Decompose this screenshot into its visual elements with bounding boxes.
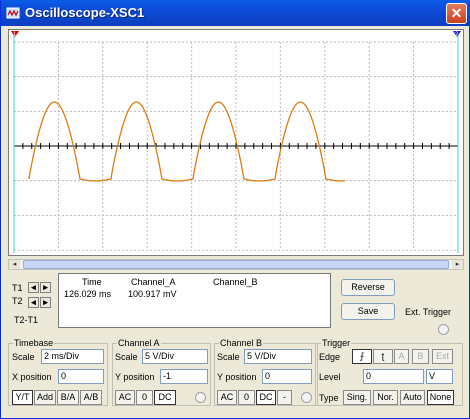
- mode-yt-button[interactable]: Y/T: [12, 390, 33, 405]
- close-button[interactable]: ✕: [446, 3, 467, 24]
- trigger-normal-button[interactable]: Nor.: [373, 390, 398, 405]
- channel-b-scale-label: Scale: [217, 352, 240, 362]
- trigger-level-field[interactable]: 0: [363, 369, 424, 384]
- x-position-label: X position: [12, 372, 52, 382]
- channel-a-y-position-label: Y position: [115, 372, 155, 382]
- t2-label: T2: [12, 296, 23, 306]
- trigger-type-label: Type: [319, 393, 339, 403]
- channel-b-dc-button[interactable]: DC: [256, 390, 276, 405]
- timebase-title: Timebase: [13, 338, 55, 348]
- ext-trigger-connector[interactable]: [438, 324, 449, 335]
- window-title: Oscilloscope-XSC1: [25, 5, 145, 20]
- channel-b-y-position-label: Y position: [217, 372, 257, 382]
- trigger-none-button[interactable]: None: [427, 390, 454, 405]
- trigger-source-ext-button[interactable]: Ext: [432, 349, 453, 364]
- measurement-readout: Time Channel_A Channel_B 126.029 ms 100.…: [58, 273, 331, 328]
- t2-right-arrow-icon[interactable]: ▸: [40, 297, 51, 308]
- oscilloscope-icon: [6, 7, 20, 19]
- rising-edge-button[interactable]: ⨍: [352, 349, 372, 364]
- channel-a-title: Channel A: [117, 338, 161, 348]
- channel-b-title: Channel B: [219, 338, 264, 348]
- readout-t1-time: 126.029 ms: [64, 289, 112, 299]
- trigger-single-button[interactable]: Sing.: [343, 390, 371, 405]
- timebase-scale-field[interactable]: 2 ms/Div: [41, 349, 104, 364]
- channel-b-connector[interactable]: [301, 392, 312, 403]
- cursor-controls: T1 ◂ ▸ T2 ◂ ▸ T2-T1: [8, 273, 58, 328]
- ext-trigger-label: Ext. Trigger: [405, 307, 452, 317]
- x-position-field[interactable]: 0: [58, 369, 104, 384]
- t1-label: T1: [12, 283, 23, 293]
- scope-screen: 1 2: [8, 29, 464, 256]
- readout-t1-channel-a: 100.917 mV: [128, 289, 177, 299]
- scope-display: 1 2: [11, 31, 461, 253]
- reverse-button[interactable]: Reverse: [341, 279, 395, 296]
- readout-header-channel-b: Channel_B: [213, 277, 258, 287]
- trigger-source-b-button[interactable]: B: [412, 349, 429, 364]
- trigger-level-label: Level: [319, 372, 341, 382]
- trigger-auto-button[interactable]: Auto: [400, 390, 425, 405]
- save-button[interactable]: Save: [341, 303, 395, 320]
- mode-ba-button[interactable]: B/A: [57, 390, 79, 405]
- scroll-thumb[interactable]: [23, 260, 449, 269]
- channel-a-ac-button[interactable]: AC: [115, 390, 135, 405]
- channel-a-trace: [28, 101, 345, 182]
- t2-left-arrow-icon[interactable]: ◂: [28, 297, 39, 308]
- channel-a-connector[interactable]: [195, 392, 206, 403]
- channel-a-dc-button[interactable]: DC: [154, 390, 176, 405]
- t1-left-arrow-icon[interactable]: ◂: [28, 282, 39, 293]
- horizontal-scrollbar[interactable]: ◂ ▸: [8, 259, 464, 270]
- falling-edge-button[interactable]: ʈ: [373, 349, 393, 364]
- t1-right-arrow-icon[interactable]: ▸: [40, 282, 51, 293]
- oscilloscope-window: Oscilloscope-XSC1 ✕ 1 2 ◂ ▸ T1 ◂ ▸ T2 ◂ …: [0, 0, 470, 419]
- trigger-source-a-button[interactable]: A: [394, 349, 409, 364]
- channel-a-scale-field[interactable]: 5 V/Div: [142, 349, 208, 364]
- channel-b-scale-field[interactable]: 5 V/Div: [244, 349, 312, 364]
- mode-add-button[interactable]: Add: [34, 390, 56, 405]
- scroll-right-icon[interactable]: ▸: [452, 260, 463, 269]
- title-bar[interactable]: Oscilloscope-XSC1 ✕: [1, 0, 470, 26]
- mode-ab-button[interactable]: A/B: [80, 390, 102, 405]
- trigger-level-unit[interactable]: V: [426, 369, 453, 384]
- channel-a-scale-label: Scale: [115, 352, 138, 362]
- readout-header-channel-a: Channel_A: [131, 277, 176, 287]
- t2-t1-label: T2-T1: [14, 315, 39, 325]
- timebase-scale-label: Scale: [12, 352, 35, 362]
- channel-b-zero-button[interactable]: 0: [238, 390, 255, 405]
- channel-b-y-position-field[interactable]: 0: [262, 369, 312, 384]
- trigger-title: Trigger: [321, 338, 352, 348]
- channel-a-zero-button[interactable]: 0: [136, 390, 153, 405]
- channel-b-ac-button[interactable]: AC: [217, 390, 237, 405]
- trigger-edge-label: Edge: [319, 352, 341, 362]
- scroll-left-icon[interactable]: ◂: [9, 260, 20, 269]
- channel-a-y-position-field[interactable]: -1: [160, 369, 208, 384]
- channel-b-invert-button[interactable]: -: [277, 390, 292, 405]
- readout-header-time: Time: [82, 277, 102, 287]
